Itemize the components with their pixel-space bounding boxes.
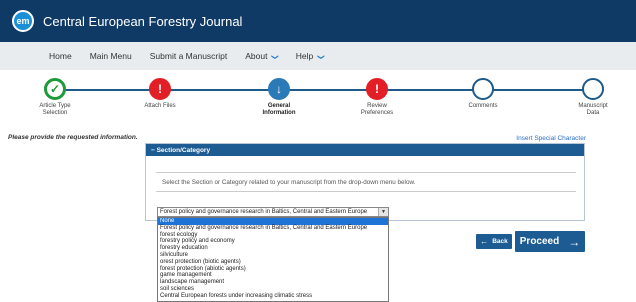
exclamation-icon: !	[149, 78, 171, 100]
dropdown-option[interactable]: forest ecology	[158, 232, 388, 239]
dropdown-option[interactable]: Central European forests under increasin…	[158, 293, 388, 300]
back-label: Back	[492, 238, 508, 245]
dropdown-option[interactable]: orest protection (biotic agents)	[158, 259, 388, 266]
dropdown-option[interactable]: None	[158, 218, 388, 225]
step-review-preferences[interactable]: ! Review Preferences	[337, 78, 417, 117]
main-content: Please provide the requested information…	[0, 126, 636, 302]
nav-help[interactable]: Help ❯	[287, 51, 333, 61]
insert-special-character-link[interactable]: Insert Special Character	[516, 135, 586, 142]
section-category-dropdown[interactable]: None Forest policy and governance researc…	[157, 217, 389, 302]
chevron-down-icon: ❯	[270, 54, 278, 60]
step-label: Manuscript Data	[578, 103, 608, 116]
proceed-button[interactable]: Proceed →	[515, 231, 585, 252]
dropdown-option[interactable]: landscape management	[158, 279, 388, 286]
divider	[156, 172, 576, 173]
step-label: Article Type Selection	[39, 103, 71, 116]
nav-help-label: Help	[295, 51, 314, 61]
dropdown-option[interactable]: silviculture	[158, 252, 388, 259]
step-label: General Information	[262, 103, 296, 116]
nav-submit-manuscript[interactable]: Submit a Manuscript	[141, 51, 236, 61]
arrow-left-icon: ←	[480, 237, 489, 246]
dropdown-option[interactable]: forestry education	[158, 245, 388, 252]
chevron-down-icon: ❯	[316, 54, 324, 60]
nav-main-menu[interactable]: Main Menu	[81, 51, 141, 61]
step-attach-files[interactable]: ! Attach Files	[120, 78, 200, 110]
step-comments[interactable]: Comments	[443, 78, 523, 110]
panel-header[interactable]: − Section/Category	[146, 144, 584, 156]
main-nav: Home Main Menu Submit a Manuscript About…	[0, 42, 636, 70]
progress-steps: ✓ Article Type Selection ! Attach Files …	[0, 70, 636, 126]
step-label: Comments	[468, 103, 498, 109]
check-icon: ✓	[44, 78, 66, 100]
chevron-down-icon: ▼	[378, 208, 388, 216]
dropdown-option[interactable]: Forest policy and governance research in…	[158, 225, 388, 232]
empty-circle-icon	[582, 78, 604, 100]
nav-home[interactable]: Home	[40, 51, 81, 61]
exclamation-icon: !	[366, 78, 388, 100]
step-article-type[interactable]: ✓ Article Type Selection	[15, 78, 95, 117]
app-header: em Central European Forestry Journal	[0, 0, 636, 42]
dropdown-option[interactable]: forest protection (abiotic agents)	[158, 266, 388, 273]
empty-circle-icon	[472, 78, 494, 100]
nav-about[interactable]: About ❯	[236, 51, 286, 61]
dropdown-option[interactable]: game management	[158, 272, 388, 279]
dropdown-option[interactable]: soil sciences	[158, 286, 388, 293]
panel-instruction: Select the Section or Category related t…	[162, 179, 416, 186]
arrow-right-icon: →	[568, 234, 581, 249]
section-category-select[interactable]: Forest policy and governance research in…	[157, 207, 389, 217]
step-manuscript-data[interactable]: Manuscript Data	[553, 78, 633, 117]
step-label: Attach Files	[144, 103, 176, 109]
proceed-label: Proceed	[519, 236, 560, 247]
divider	[156, 191, 576, 192]
back-button[interactable]: ← Back	[476, 234, 512, 249]
journal-title: Central European Forestry Journal	[43, 13, 243, 29]
step-label: Review Preferences	[360, 103, 394, 116]
step-general-information[interactable]: ↓ General Information	[239, 78, 319, 117]
select-value: Forest policy and governance research in…	[160, 209, 368, 215]
nav-about-label: About	[245, 51, 268, 61]
arrow-down-icon: ↓	[268, 78, 290, 100]
instructions-text: Please provide the requested information…	[8, 134, 138, 141]
journal-logo[interactable]: em	[12, 10, 34, 32]
dropdown-option[interactable]: forestry policy and economy	[158, 238, 388, 245]
